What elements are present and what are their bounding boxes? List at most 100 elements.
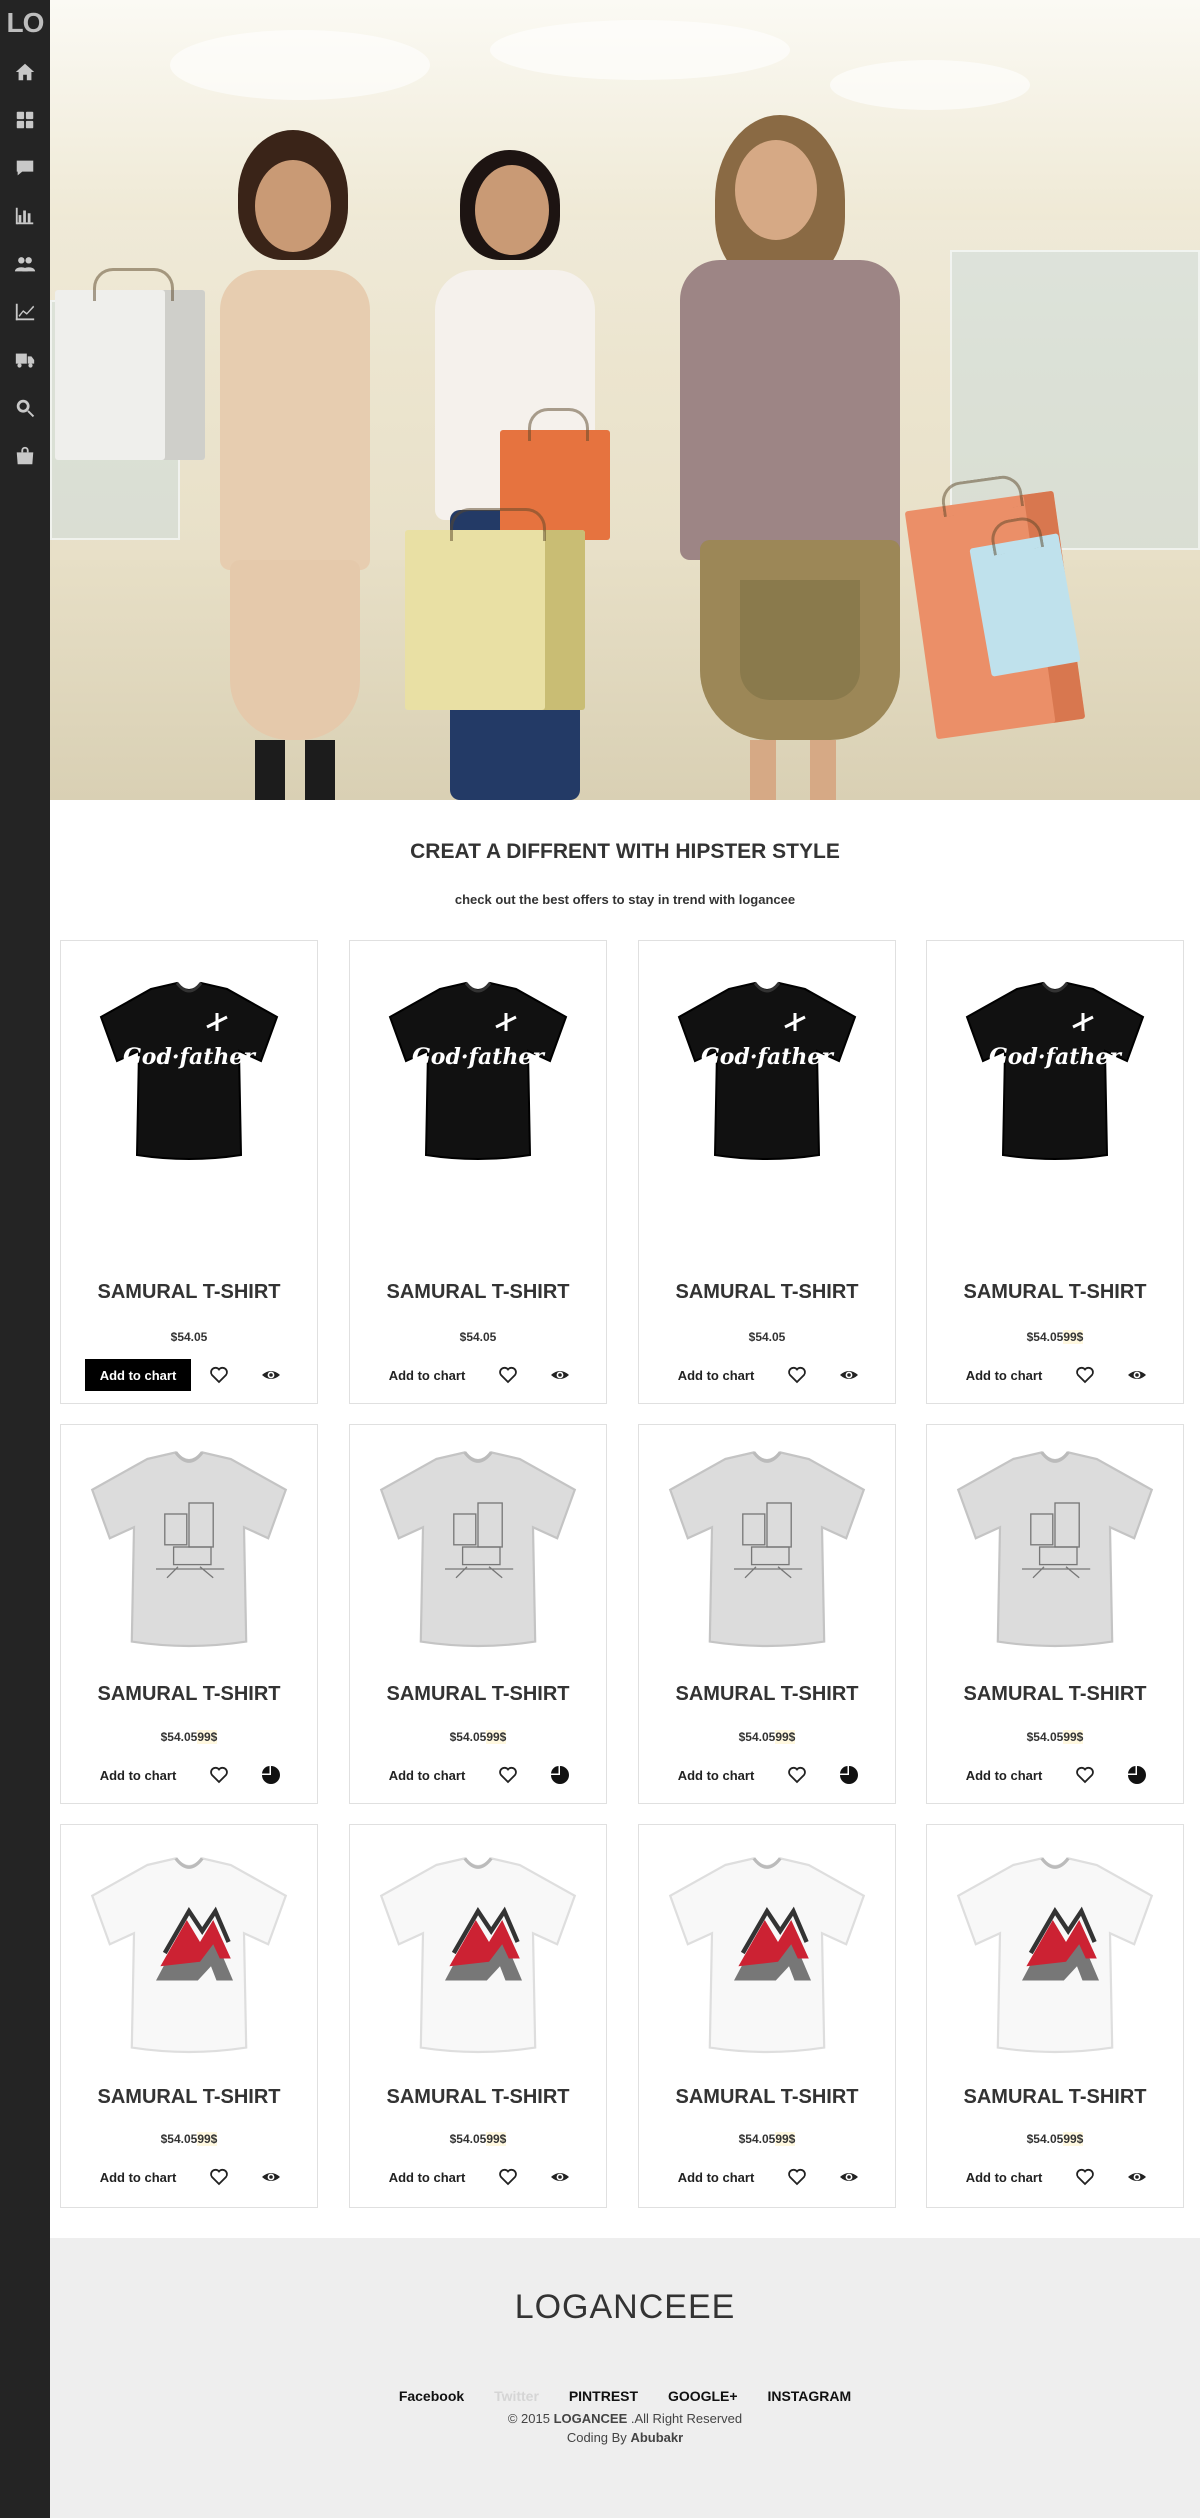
current-price: $54.05 (1026, 1330, 1064, 1344)
product-image[interactable]: God·father (350, 969, 606, 1169)
eye-icon[interactable] (839, 1365, 859, 1385)
product-image[interactable] (350, 1437, 606, 1657)
dashboard-icon[interactable] (0, 96, 50, 144)
product-card[interactable]: God·father SAMURAL T-SHIRT $54.05 Add to ch… (60, 940, 318, 1404)
users-icon[interactable] (0, 240, 50, 288)
add-to-cart-button[interactable]: Add to chart (374, 2161, 480, 2193)
product-name[interactable]: SAMURAL T-SHIRT (61, 1683, 317, 1706)
product-name[interactable]: SAMURAL T-SHIRT (639, 2086, 895, 2109)
product-image[interactable]: God·father (639, 969, 895, 1169)
add-to-cart-button[interactable]: Add to chart (951, 2161, 1057, 2193)
eye-icon[interactable] (261, 1365, 281, 1385)
product-image[interactable] (61, 1437, 317, 1657)
heart-icon[interactable] (787, 1765, 807, 1785)
tshirt-image: God·father (99, 981, 279, 1160)
heart-icon[interactable] (1075, 1765, 1095, 1785)
product-name[interactable]: SAMURAL T-SHIRT (350, 2086, 606, 2109)
eye-icon[interactable] (839, 2167, 859, 2187)
heart-icon[interactable] (787, 2167, 807, 2187)
eye-icon[interactable] (1127, 2167, 1147, 2187)
product-name[interactable]: SAMURAL T-SHIRT (639, 1683, 895, 1706)
pie-chart-icon[interactable] (261, 1765, 281, 1785)
product-card[interactable]: SAMURAL T-SHIRT $54.0599$ Add to chart (638, 1824, 896, 2208)
add-to-cart-button[interactable]: Add to chart (663, 2161, 769, 2193)
eye-icon[interactable] (261, 2167, 281, 2187)
product-image[interactable]: God·father (927, 969, 1183, 1169)
eye-icon[interactable] (550, 1365, 570, 1385)
product-name[interactable]: SAMURAL T-SHIRT (350, 1281, 606, 1304)
search-icon[interactable] (0, 384, 50, 432)
shopping-bag-icon[interactable] (0, 432, 50, 480)
product-card[interactable]: SAMURAL T-SHIRT $54.0599$ Add to chart (926, 1424, 1184, 1804)
product-name[interactable]: SAMURAL T-SHIRT (927, 1683, 1183, 1706)
tshirt-image: God·father (677, 981, 857, 1160)
line-chart-icon[interactable] (0, 288, 50, 336)
add-to-cart-button[interactable]: Add to chart (663, 1359, 769, 1391)
old-price: 99$ (197, 2132, 218, 2146)
pie-chart-icon[interactable] (550, 1765, 570, 1785)
heart-icon[interactable] (1075, 2167, 1095, 2187)
add-to-cart-button[interactable]: Add to chart (663, 1759, 769, 1791)
product-name[interactable]: SAMURAL T-SHIRT (61, 1281, 317, 1304)
product-image[interactable]: God·father (61, 969, 317, 1169)
heart-icon[interactable] (498, 1365, 518, 1385)
pintrest-link[interactable]: PINTREST (569, 2388, 638, 2404)
product-image[interactable] (927, 1437, 1183, 1657)
add-to-cart-button[interactable]: Add to chart (85, 1359, 191, 1391)
product-card[interactable]: SAMURAL T-SHIRT $54.0599$ Add to chart (349, 1424, 607, 1804)
product-name[interactable]: SAMURAL T-SHIRT (61, 2086, 317, 2109)
add-to-cart-button[interactable]: Add to chart (951, 1359, 1057, 1391)
home-icon[interactable] (0, 48, 50, 96)
product-card[interactable]: SAMURAL T-SHIRT $54.0599$ Add to chart (60, 1424, 318, 1804)
product-image[interactable] (61, 1843, 317, 2063)
product-card[interactable]: SAMURAL T-SHIRT $54.0599$ Add to chart (638, 1424, 896, 1804)
heart-icon[interactable] (209, 1365, 229, 1385)
product-name[interactable]: SAMURAL T-SHIRT (927, 1281, 1183, 1304)
instagram-link[interactable]: INSTAGRAM (767, 2388, 851, 2404)
google-plus-link[interactable]: GOOGLE+ (668, 2388, 738, 2404)
heart-icon[interactable] (498, 2167, 518, 2187)
heart-icon[interactable] (209, 2167, 229, 2187)
add-to-cart-button[interactable]: Add to chart (374, 1359, 480, 1391)
heart-icon[interactable] (787, 1365, 807, 1385)
current-price: $54.05 (449, 1730, 487, 1744)
product-price: $54.0599$ (350, 1730, 606, 1744)
product-card[interactable]: SAMURAL T-SHIRT $54.0599$ Add to chart (60, 1824, 318, 2208)
product-price: $54.0599$ (61, 2132, 317, 2146)
product-actions: Add to chart (350, 1359, 606, 1391)
product-image[interactable] (927, 1843, 1183, 2063)
heart-icon[interactable] (209, 1765, 229, 1785)
copyright: © 2015 LOGANCEE .All Right Reserved (50, 2411, 1200, 2426)
heart-icon[interactable] (498, 1765, 518, 1785)
product-image[interactable] (350, 1843, 606, 2063)
footer-brand: LOGANCEEE (514, 2288, 736, 2326)
add-to-cart-button[interactable]: Add to chart (951, 1759, 1057, 1791)
facebook-link[interactable]: Facebook (399, 2388, 464, 2404)
product-actions: Add to chart (639, 1359, 895, 1391)
product-card[interactable]: God·father SAMURAL T-SHIRT $54.05 Add to ch… (638, 940, 896, 1404)
product-image[interactable] (639, 1437, 895, 1657)
comments-icon[interactable] (0, 144, 50, 192)
add-to-cart-button[interactable]: Add to chart (374, 1759, 480, 1791)
heart-icon[interactable] (1075, 1365, 1095, 1385)
product-card[interactable]: God·father SAMURAL T-SHIRT $54.05 Add to ch… (349, 940, 607, 1404)
add-to-cart-button[interactable]: Add to chart (85, 1759, 191, 1791)
eye-icon[interactable] (550, 2167, 570, 2187)
product-card[interactable]: SAMURAL T-SHIRT $54.0599$ Add to chart (349, 1824, 607, 2208)
logo[interactable]: LO (0, 0, 50, 46)
current-price: $54.05 (160, 2132, 198, 2146)
truck-icon[interactable] (0, 336, 50, 384)
product-actions: Add to chart (927, 1759, 1183, 1791)
product-name[interactable]: SAMURAL T-SHIRT (350, 1683, 606, 1706)
product-image[interactable] (639, 1843, 895, 2063)
pie-chart-icon[interactable] (1127, 1765, 1147, 1785)
product-name[interactable]: SAMURAL T-SHIRT (927, 2086, 1183, 2109)
pie-chart-icon[interactable] (839, 1765, 859, 1785)
bar-chart-icon[interactable] (0, 192, 50, 240)
add-to-cart-button[interactable]: Add to chart (85, 2161, 191, 2193)
twitter-link[interactable]: Twitter (494, 2388, 539, 2404)
product-card[interactable]: God·father SAMURAL T-SHIRT $54.0599$ Add to… (926, 940, 1184, 1404)
product-card[interactable]: SAMURAL T-SHIRT $54.0599$ Add to chart (926, 1824, 1184, 2208)
eye-icon[interactable] (1127, 1365, 1147, 1385)
product-name[interactable]: SAMURAL T-SHIRT (639, 1281, 895, 1304)
